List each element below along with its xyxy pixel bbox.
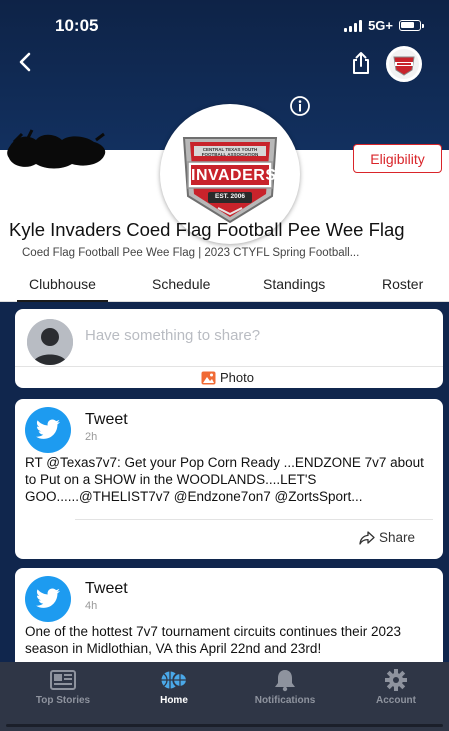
share-label: Share	[378, 530, 415, 545]
post-title: Tweet	[85, 580, 128, 597]
newspaper-icon	[50, 670, 76, 690]
post-composer: Have something to share? Photo	[15, 309, 443, 388]
basketball-icon	[161, 671, 188, 689]
tab-roster[interactable]: Roster	[382, 276, 423, 292]
bell-icon	[275, 670, 295, 692]
post-title: Tweet	[85, 411, 128, 428]
post-card[interactable]: Tweet 4h One of the hottest 7v7 tourname…	[15, 568, 443, 662]
info-icon[interactable]	[289, 95, 311, 117]
logo-name-text: INVADERS	[191, 167, 277, 184]
divider	[15, 366, 443, 367]
share-arrow-icon	[359, 530, 375, 545]
post-body[interactable]: One of the hottest 7v7 tournament circui…	[25, 623, 435, 657]
logo-top-text: CENTRAL TEXAS YOUTH FOOTBALL ASSOCIATION	[201, 147, 259, 157]
team-mini-logo[interactable]	[386, 46, 422, 82]
tab-bar: Clubhouse Schedule Standings Roster	[0, 268, 449, 302]
twitter-bird-icon	[25, 576, 71, 622]
tab-clubhouse[interactable]: Clubhouse	[17, 276, 108, 302]
signal-icon	[344, 19, 363, 32]
post-time: 4h	[85, 600, 98, 612]
nav-label: Notifications	[254, 695, 316, 706]
status-time: 10:05	[55, 16, 99, 35]
logo-est-text: EST. 2006	[215, 193, 245, 200]
post-time: 2h	[85, 431, 98, 443]
avatar	[27, 319, 73, 365]
photo-label: Photo	[220, 370, 254, 385]
photo-button[interactable]: Photo	[201, 370, 254, 385]
tab-standings[interactable]: Standings	[263, 276, 325, 292]
home-indicator	[6, 724, 443, 727]
nav-notifications[interactable]: Notifications	[240, 668, 330, 706]
nav-label: Account	[376, 695, 416, 706]
share-button[interactable]: Share	[359, 530, 415, 545]
bottom-nav: Top Stories Home Notifications Account	[0, 662, 449, 731]
network-label: 5G+	[368, 18, 393, 33]
team-subtitle: Coed Flag Football Pee Wee Flag | 2023 C…	[22, 247, 360, 259]
nav-account[interactable]: Account	[351, 668, 441, 706]
post-card[interactable]: Tweet 2h RT @Texas7v7: Get your Pop Corn…	[15, 399, 443, 559]
eligibility-button[interactable]: Eligibility	[353, 144, 442, 173]
redacted-scribble	[7, 129, 106, 169]
nav-label: Top Stories	[35, 695, 91, 706]
status-indicators: 5G+	[344, 18, 424, 33]
feed[interactable]: Have something to share? Photo Tweet 2h …	[0, 302, 449, 662]
team-title: Kyle Invaders Coed Flag Football Pee Wee…	[9, 219, 405, 240]
nav-top-stories[interactable]: Top Stories	[18, 668, 108, 706]
post-body[interactable]: RT @Texas7v7: Get your Pop Corn Ready ..…	[25, 454, 435, 505]
divider	[75, 519, 433, 520]
back-chevron-icon[interactable]	[14, 50, 38, 74]
twitter-bird-icon	[25, 407, 71, 453]
tab-schedule[interactable]: Schedule	[152, 276, 210, 292]
photo-icon	[201, 371, 216, 384]
nav-label: Home	[160, 695, 188, 706]
battery-icon	[399, 20, 424, 31]
gear-icon	[385, 669, 407, 691]
user-silhouette-icon	[27, 319, 73, 365]
shield-logo-icon	[389, 49, 419, 79]
share-icon[interactable]	[348, 50, 374, 76]
composer-input[interactable]: Have something to share?	[85, 327, 260, 344]
nav-home[interactable]: Home	[129, 668, 219, 706]
